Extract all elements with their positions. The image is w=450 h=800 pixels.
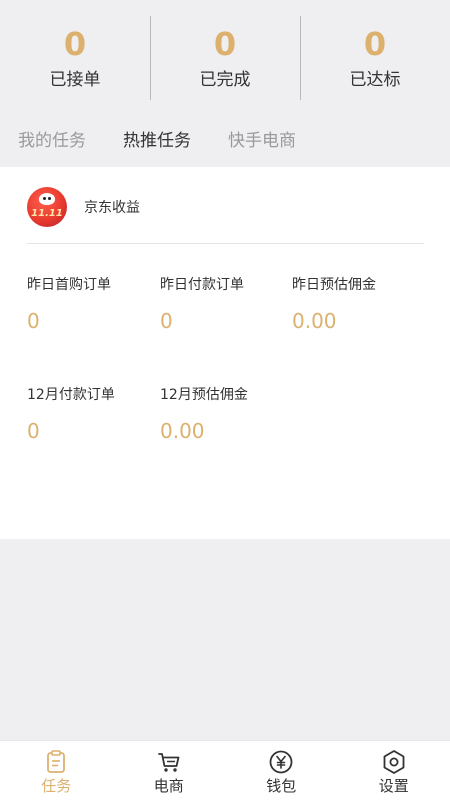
metric-label: 昨日首购订单 [27, 277, 111, 293]
stat-accepted-label: 已接单 [49, 70, 101, 90]
metric-month-est-commission: 12月预估佣金 0.00 [160, 384, 248, 444]
tab-my-tasks[interactable]: 我的任务 [18, 126, 86, 156]
metric-label: 昨日付款订单 [160, 277, 244, 293]
cart-icon [157, 753, 180, 772]
nav-item-tasks[interactable]: 任务 [0, 741, 113, 800]
stat-qualified[interactable]: 0 已达标 [300, 0, 450, 120]
logo-text: 11.11 [31, 208, 63, 219]
jd-earnings-card: 11.11 京东收益 昨日首购订单 0 昨日付款订单 0 昨日预估佣金 0.00… [0, 167, 450, 539]
metric-label: 昨日预估佣金 [292, 277, 376, 293]
card-title: 京东收益 [84, 200, 140, 216]
yuan-coin-icon [269, 750, 293, 774]
metric-label: 12月付款订单 [27, 387, 115, 403]
stat-accepted-value: 0 [63, 25, 87, 63]
tab-hot-tasks[interactable]: 热推任务 [123, 126, 191, 156]
nav-label-tasks: 任务 [41, 777, 72, 795]
nav-item-wallet[interactable]: 钱包 [225, 741, 338, 800]
metric-value: 0 [160, 309, 173, 333]
mascot-eye-right [48, 197, 51, 200]
tab-kuaishou-ecommerce[interactable]: 快手电商 [228, 126, 296, 156]
nav-label-ecommerce: 电商 [153, 777, 184, 795]
metric-value: 0 [27, 419, 40, 443]
card-divider [27, 243, 424, 244]
jd-logo: 11.11 [27, 187, 67, 227]
stats-bar: 0 已接单 0 已完成 0 已达标 [0, 0, 450, 120]
metric-yesterday-first-orders: 昨日首购订单 0 [27, 274, 111, 334]
mascot-eye-left [43, 197, 46, 200]
bottom-nav: 任务 电商 钱包 设置 [0, 740, 450, 800]
metric-label: 12月预估佣金 [160, 387, 248, 403]
nav-item-settings[interactable]: 设置 [338, 741, 450, 800]
stat-qualified-label: 已达标 [349, 70, 401, 90]
stat-completed[interactable]: 0 已完成 [150, 0, 300, 120]
metric-value: 0 [27, 309, 40, 333]
metric-value: 0.00 [160, 419, 205, 443]
stat-completed-label: 已完成 [199, 70, 251, 90]
stat-accepted[interactable]: 0 已接单 [0, 0, 150, 120]
metric-value: 0.00 [292, 309, 337, 333]
metric-yesterday-est-commission: 昨日预估佣金 0.00 [292, 274, 376, 334]
nav-label-wallet: 钱包 [266, 777, 297, 795]
hexagon-settings-icon [383, 750, 405, 774]
nav-label-settings: 设置 [378, 777, 409, 795]
clipboard-icon [47, 750, 66, 773]
stat-qualified-value: 0 [363, 25, 387, 63]
jd-mascot-icon [39, 193, 55, 205]
task-tabs: 我的任务 热推任务 快手电商 [0, 126, 450, 160]
metric-month-paid-orders: 12月付款订单 0 [27, 384, 115, 444]
nav-item-ecommerce[interactable]: 电商 [113, 741, 226, 800]
stat-completed-value: 0 [213, 25, 237, 63]
metric-yesterday-paid-orders: 昨日付款订单 0 [160, 274, 244, 334]
